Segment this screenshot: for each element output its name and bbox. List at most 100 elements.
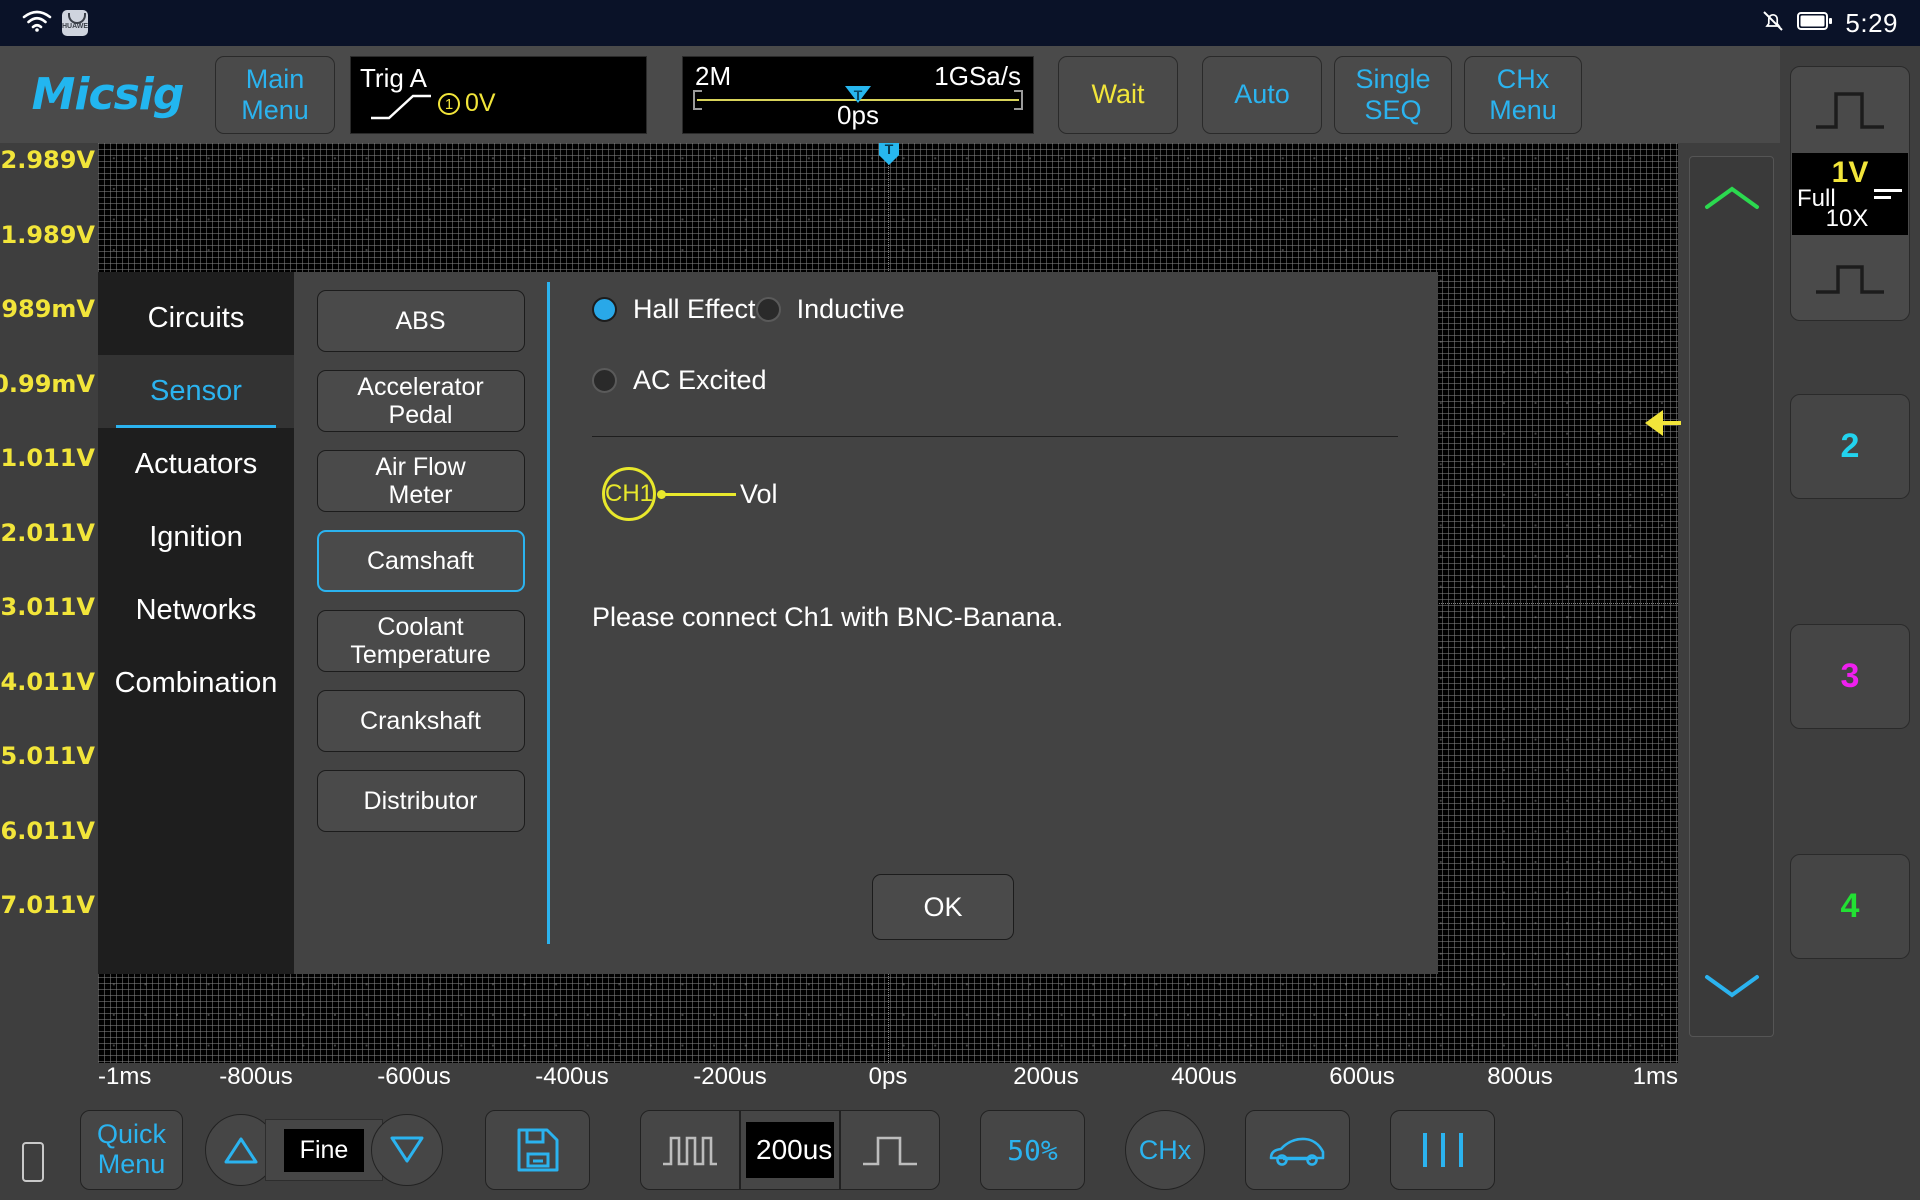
sensor-item-label-line2: Meter xyxy=(388,481,453,509)
radio-inductive-label: Inductive xyxy=(796,294,905,324)
sensor-item-accelerator-pedal[interactable]: Accelerator Pedal xyxy=(316,370,525,432)
time-tick-label: 600us xyxy=(1329,1063,1395,1090)
channel-2-button[interactable]: 2 xyxy=(1790,394,1910,499)
radio-hall-effect-label: Hall Effect xyxy=(633,294,756,324)
sample-rate: 1GSa/s xyxy=(934,60,1021,91)
single-seq-label-line1: Single xyxy=(1355,64,1431,95)
radio-ac-excited[interactable]: AC Excited xyxy=(592,365,767,396)
wait-button[interactable]: Wait xyxy=(1058,55,1178,134)
save-icon xyxy=(517,1128,558,1172)
status-bar-right: 5:29 xyxy=(1761,8,1898,39)
category-item-sensor[interactable]: Sensor xyxy=(98,355,294,428)
sensor-item-abs[interactable]: ABS xyxy=(316,290,525,352)
channel-1-probe-attenuation: 10X xyxy=(1825,205,1869,232)
channel-1-readout[interactable]: 1V Full 10X xyxy=(1792,153,1908,235)
ok-button[interactable]: OK xyxy=(872,874,1014,940)
timebase-decrease-button[interactable] xyxy=(640,1110,740,1190)
trigger-position-button[interactable]: 50% xyxy=(980,1110,1085,1190)
connection-instruction: Please connect Ch1 with BNC-Banana. xyxy=(592,602,1064,632)
scroll-up-icon[interactable] xyxy=(1704,183,1760,213)
wifi-icon xyxy=(22,9,52,38)
category-item-label: Sensor xyxy=(150,375,242,407)
voltage-tick-label: -4.011V xyxy=(0,667,95,696)
vertical-scroll-column xyxy=(1683,143,1780,1063)
radio-inductive[interactable]: Inductive xyxy=(755,294,905,325)
category-item-actuators[interactable]: Actuators xyxy=(98,428,294,501)
category-item-combination[interactable]: Combination xyxy=(98,647,294,720)
time-tick-label: -200us xyxy=(693,1063,767,1090)
category-item-label: Combination xyxy=(114,667,278,699)
bars-icon-2 xyxy=(1440,1133,1445,1167)
scroll-track[interactable] xyxy=(1689,156,1774,1037)
radio-inductive-dot xyxy=(755,297,781,322)
chx-menu-label-line1: CHx xyxy=(1496,64,1550,95)
fine-mode-display[interactable]: Fine xyxy=(265,1119,383,1181)
measurements-button[interactable] xyxy=(1390,1110,1495,1190)
time-tick-label: -1ms xyxy=(98,1063,152,1090)
sensor-item-air-flow-meter[interactable]: Air Flow Meter xyxy=(316,450,525,512)
category-item-label: Circuits xyxy=(147,302,245,334)
quick-menu-button[interactable]: Quick Menu xyxy=(80,1110,183,1190)
timebase-value: 200us xyxy=(746,1122,834,1178)
trigger-info-panel[interactable]: Trig A 1 0V xyxy=(350,55,647,134)
voltage-tick-label: -1.011V xyxy=(0,444,95,472)
channel-1-dc-coupling-icon xyxy=(1874,189,1902,203)
time-tick-label: -800us xyxy=(219,1063,293,1090)
channel-1-scale-down-button[interactable] xyxy=(1791,235,1909,320)
sensor-item-camshaft[interactable]: Camshaft xyxy=(316,530,525,592)
sensor-item-coolant-temperature[interactable]: Coolant Temperature xyxy=(316,610,525,672)
sensor-type-row-2: AC Excited xyxy=(592,365,1398,396)
sensor-item-label-line2: Pedal xyxy=(388,401,453,429)
quick-menu-label-line2: Menu xyxy=(97,1149,166,1179)
radio-hall-effect[interactable]: Hall Effect xyxy=(592,294,756,325)
car-icon xyxy=(1269,1137,1324,1166)
chx-menu-button[interactable]: CHx Menu xyxy=(1464,55,1582,134)
sensor-item-distributor[interactable]: Distributor xyxy=(316,770,525,832)
oscilloscope-app: HUAWEI 5:29 Micsig Main Menu Trig A 1 0V… xyxy=(0,0,1920,1200)
vertical-scale-axis: 2.989V 1.989V 989mV -10.99mV -1.011V -2.011V -… xyxy=(0,143,98,1063)
rising-edge-icon xyxy=(369,92,433,125)
decrease-button[interactable] xyxy=(371,1114,443,1186)
trigger-level-pointer-icon[interactable] xyxy=(1645,410,1681,436)
sensor-item-label-line1: Accelerator xyxy=(357,373,484,401)
battery-icon xyxy=(1797,11,1833,36)
sensor-list[interactable]: ABS Accelerator Pedal Air Flow Meter Camshaft… xyxy=(294,272,547,974)
fast-timebase-icon xyxy=(663,1136,717,1166)
sensor-item-label: ABS xyxy=(395,307,446,335)
category-item-circuits[interactable]: Circuits xyxy=(98,282,294,355)
auto-button[interactable]: Auto xyxy=(1202,55,1322,134)
voltage-tick-label: -10.99mV xyxy=(0,369,95,398)
time-tick-label: -400us xyxy=(535,1063,609,1090)
sensor-item-label: Distributor xyxy=(363,787,478,815)
category-item-label: Actuators xyxy=(134,448,258,480)
phone-icon xyxy=(22,1142,44,1182)
sensor-item-crankshaft[interactable]: Crankshaft xyxy=(316,690,525,752)
main-menu-button[interactable]: Main Menu xyxy=(215,55,335,134)
channel-4-button[interactable]: 4 xyxy=(1790,854,1910,959)
category-item-ignition[interactable]: Ignition xyxy=(98,501,294,574)
automotive-mode-button[interactable] xyxy=(1245,1110,1350,1190)
voltage-tick-label: 989mV xyxy=(1,295,95,323)
category-item-networks[interactable]: Networks xyxy=(98,574,294,647)
save-button[interactable] xyxy=(485,1110,590,1190)
acquisition-info-panel[interactable]: 2M 1GSa/s T 0ps xyxy=(682,55,1034,134)
timebase-value-display[interactable]: 200us xyxy=(740,1110,840,1190)
voltage-tick-label: -5.011V xyxy=(0,742,95,770)
timebase-increase-button[interactable] xyxy=(840,1110,940,1190)
chx-button[interactable]: CHx xyxy=(1125,1110,1205,1190)
mute-bell-icon xyxy=(1761,9,1785,38)
channel-1-scale-up-button[interactable] xyxy=(1791,67,1909,152)
automotive-preset-dialog: Circuits Sensor Actuators Ignition Networks C… xyxy=(98,272,1438,974)
horizontal-position: 0ps xyxy=(837,99,879,130)
sensor-type-row-1: Hall Effect Inductive xyxy=(592,294,1398,325)
bottom-toolbar: Quick Menu Fine 200us 50% CHx xyxy=(0,1100,1920,1200)
main-menu-label-line2: Menu xyxy=(241,94,309,125)
trigger-channel-marker: 1 xyxy=(438,92,460,115)
wiring-diagram: CH1 Vol xyxy=(592,459,1398,579)
fine-adjust-group: Fine xyxy=(205,1114,443,1186)
channel-3-button[interactable]: 3 xyxy=(1790,624,1910,729)
scroll-down-icon[interactable] xyxy=(1704,971,1760,1001)
status-bar-left: HUAWEI xyxy=(22,9,88,38)
time-tick-label: 200us xyxy=(1013,1063,1079,1090)
single-seq-button[interactable]: Single SEQ xyxy=(1334,55,1452,134)
